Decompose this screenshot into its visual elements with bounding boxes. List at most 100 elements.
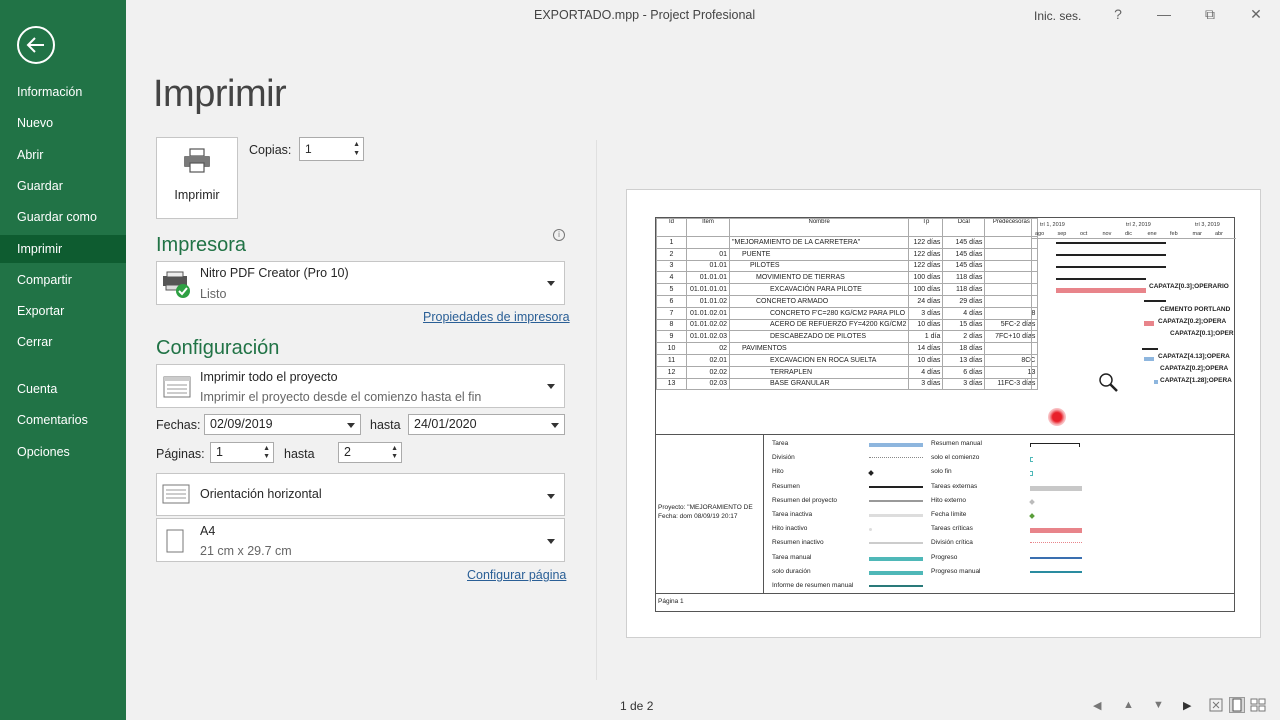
back-arrow-icon[interactable] xyxy=(17,26,55,64)
printer-name: Nitro PDF Creator (Pro 10) xyxy=(200,266,349,280)
date-from-input[interactable]: 02/09/2019 xyxy=(204,414,361,435)
cell-id: 9 xyxy=(656,330,687,344)
minimize-icon[interactable]: — xyxy=(1154,6,1174,22)
project-info: Proyecto: "MEJORAMIENTO DE Fecha: dom 08… xyxy=(658,503,753,521)
nav-abrir[interactable]: Abrir xyxy=(0,141,126,169)
cell-dcal: 2 días xyxy=(942,330,986,344)
cell-item: 02 xyxy=(686,342,730,355)
zoom-cursor-icon xyxy=(1099,373,1118,392)
gantt-body: 1 "MEJORAMIENTO DE LA CARRETERA" 122 días 1… xyxy=(656,236,1039,391)
timeline-month: dic xyxy=(1125,231,1133,237)
legend-swatch xyxy=(1029,513,1035,519)
nav-informacion[interactable]: Información xyxy=(0,78,126,106)
panel-divider xyxy=(596,140,597,680)
multi-page-icon[interactable] xyxy=(1250,698,1266,712)
spin-down-icon[interactable]: ▼ xyxy=(263,453,270,461)
cell-pred xyxy=(984,294,1039,308)
print-scope-select[interactable]: Imprimir todo el proyecto Imprimir el pr… xyxy=(156,364,565,408)
summary-bar xyxy=(1056,254,1166,256)
scroll-up-icon[interactable]: ▲ xyxy=(1123,699,1134,711)
nav-guardar-como[interactable]: Guardar como xyxy=(0,203,126,231)
legend-swatch xyxy=(869,514,923,517)
prev-page-icon[interactable]: ◀ xyxy=(1093,699,1101,712)
chevron-down-icon xyxy=(547,494,555,499)
legend-swatch xyxy=(1030,556,1082,559)
copies-value: 1 xyxy=(305,142,312,156)
date-to-input[interactable]: 24/01/2020 xyxy=(408,414,565,435)
timeline-month: sep xyxy=(1057,231,1067,237)
nav-exportar[interactable]: Exportar xyxy=(0,297,126,325)
page-setup-link[interactable]: Configurar página xyxy=(467,568,566,582)
summary-bar xyxy=(1144,300,1166,302)
gantt-row: 5 01.01.01.01 EXCAVACIÓN PARA PILOTE 100 dí… xyxy=(656,283,1039,296)
cell-name: EXCAVACIÓN PARA PILOTE xyxy=(728,283,910,296)
orientation-select[interactable]: Orientación horizontal xyxy=(156,473,565,516)
nav-nuevo[interactable]: Nuevo xyxy=(0,109,126,137)
nav-compartir[interactable]: Compartir xyxy=(0,266,126,294)
next-page-icon[interactable]: ▶ xyxy=(1183,699,1191,712)
timeline-month: mar xyxy=(1192,231,1202,237)
restore-icon[interactable]: ⧉ xyxy=(1200,6,1220,23)
cell-tp: 24 días xyxy=(908,294,944,308)
nav-guardar[interactable]: Guardar xyxy=(0,172,126,200)
info-icon[interactable]: i xyxy=(553,229,565,241)
preview-page: Id Item Nombre Tp Dcal Predecesoras 1 "ME… xyxy=(655,217,1236,612)
printer-properties-link[interactable]: Propiedades de impresora xyxy=(423,310,570,324)
scroll-down-icon[interactable]: ▼ xyxy=(1153,699,1164,711)
legend-swatch xyxy=(1030,542,1082,544)
close-icon[interactable]: ✕ xyxy=(1246,6,1266,23)
page-footer-label: Página 1 xyxy=(658,598,684,605)
cell-pred: 7FC+10 días xyxy=(984,330,1039,344)
timeline-month: nov xyxy=(1102,231,1112,237)
spin-up-icon[interactable]: ▲ xyxy=(353,141,360,149)
nav-opciones[interactable]: Opciones xyxy=(0,438,126,466)
zoom-page-icon[interactable] xyxy=(1209,698,1223,712)
spin-up-icon[interactable]: ▲ xyxy=(263,445,270,453)
cell-tp: 122 días xyxy=(908,247,944,261)
legend-swatch xyxy=(1030,528,1082,534)
date-to-label: hasta xyxy=(370,418,401,432)
paper-size-select[interactable]: A4 21 cm x 29.7 cm xyxy=(156,518,565,562)
timeline-quarter: trí 3, 2019 xyxy=(1195,222,1220,228)
legend-label: Hito inactivo xyxy=(772,525,808,533)
page-to-stepper[interactable]: 2 ▲ ▼ xyxy=(338,442,402,463)
cell-tp: 4 días xyxy=(908,365,944,379)
project-info-box: Proyecto: "MEJORAMIENTO DE Fecha: dom 08… xyxy=(656,435,764,593)
cell-name: BASE GRANULAR xyxy=(728,377,910,391)
nav-cerrar[interactable]: Cerrar xyxy=(0,328,126,356)
dates-label: Fechas: xyxy=(156,418,201,432)
spin-up-icon[interactable]: ▲ xyxy=(391,445,398,453)
print-preview[interactable]: Id Item Nombre Tp Dcal Predecesoras 1 "ME… xyxy=(626,189,1261,638)
legend-label: División xyxy=(772,454,795,462)
cell-dcal: 118 días xyxy=(942,283,986,296)
legend-label: Resumen xyxy=(772,482,800,490)
col-predecesoras: Predecesoras xyxy=(984,218,1039,237)
cell-pred: 8CC xyxy=(984,353,1039,367)
cell-dcal: 15 días xyxy=(942,318,986,332)
legend-label: solo duración xyxy=(772,567,811,575)
single-page-icon[interactable] xyxy=(1229,697,1245,713)
copies-stepper[interactable]: 1 ▲ ▼ xyxy=(299,137,364,161)
printer-select[interactable]: Nitro PDF Creator (Pro 10) Listo xyxy=(156,261,565,305)
sign-in-link[interactable]: Inic. ses. xyxy=(1034,9,1081,23)
help-icon[interactable]: ? xyxy=(1108,6,1128,22)
timeline-separator xyxy=(1032,238,1236,239)
nav-imprimir[interactable]: Imprimir xyxy=(0,235,126,263)
print-button[interactable]: Imprimir xyxy=(156,137,238,219)
legend-swatch xyxy=(868,470,874,477)
cell-id: 8 xyxy=(656,318,687,332)
footer-separator xyxy=(656,593,1234,594)
gantt-row: 2 01 PUENTE 122 días 145 días xyxy=(656,247,1039,261)
spin-down-icon[interactable]: ▼ xyxy=(353,150,360,158)
spin-down-icon[interactable]: ▼ xyxy=(391,453,398,461)
cell-name: PAVIMENTOS xyxy=(728,342,910,355)
cell-id: 12 xyxy=(656,365,687,379)
legend-label: Tareas críticas xyxy=(931,525,973,533)
page-from-stepper[interactable]: 1 ▲ ▼ xyxy=(210,442,274,463)
cell-id: 5 xyxy=(656,283,687,296)
nav-cuenta[interactable]: Cuenta xyxy=(0,375,126,403)
nav-comentarios[interactable]: Comentarios xyxy=(0,406,126,434)
paper-size-name: A4 xyxy=(200,524,216,538)
legend-swatch xyxy=(869,485,923,488)
resource-label: CAPATAZ[0.2];OPERA xyxy=(1160,365,1229,372)
